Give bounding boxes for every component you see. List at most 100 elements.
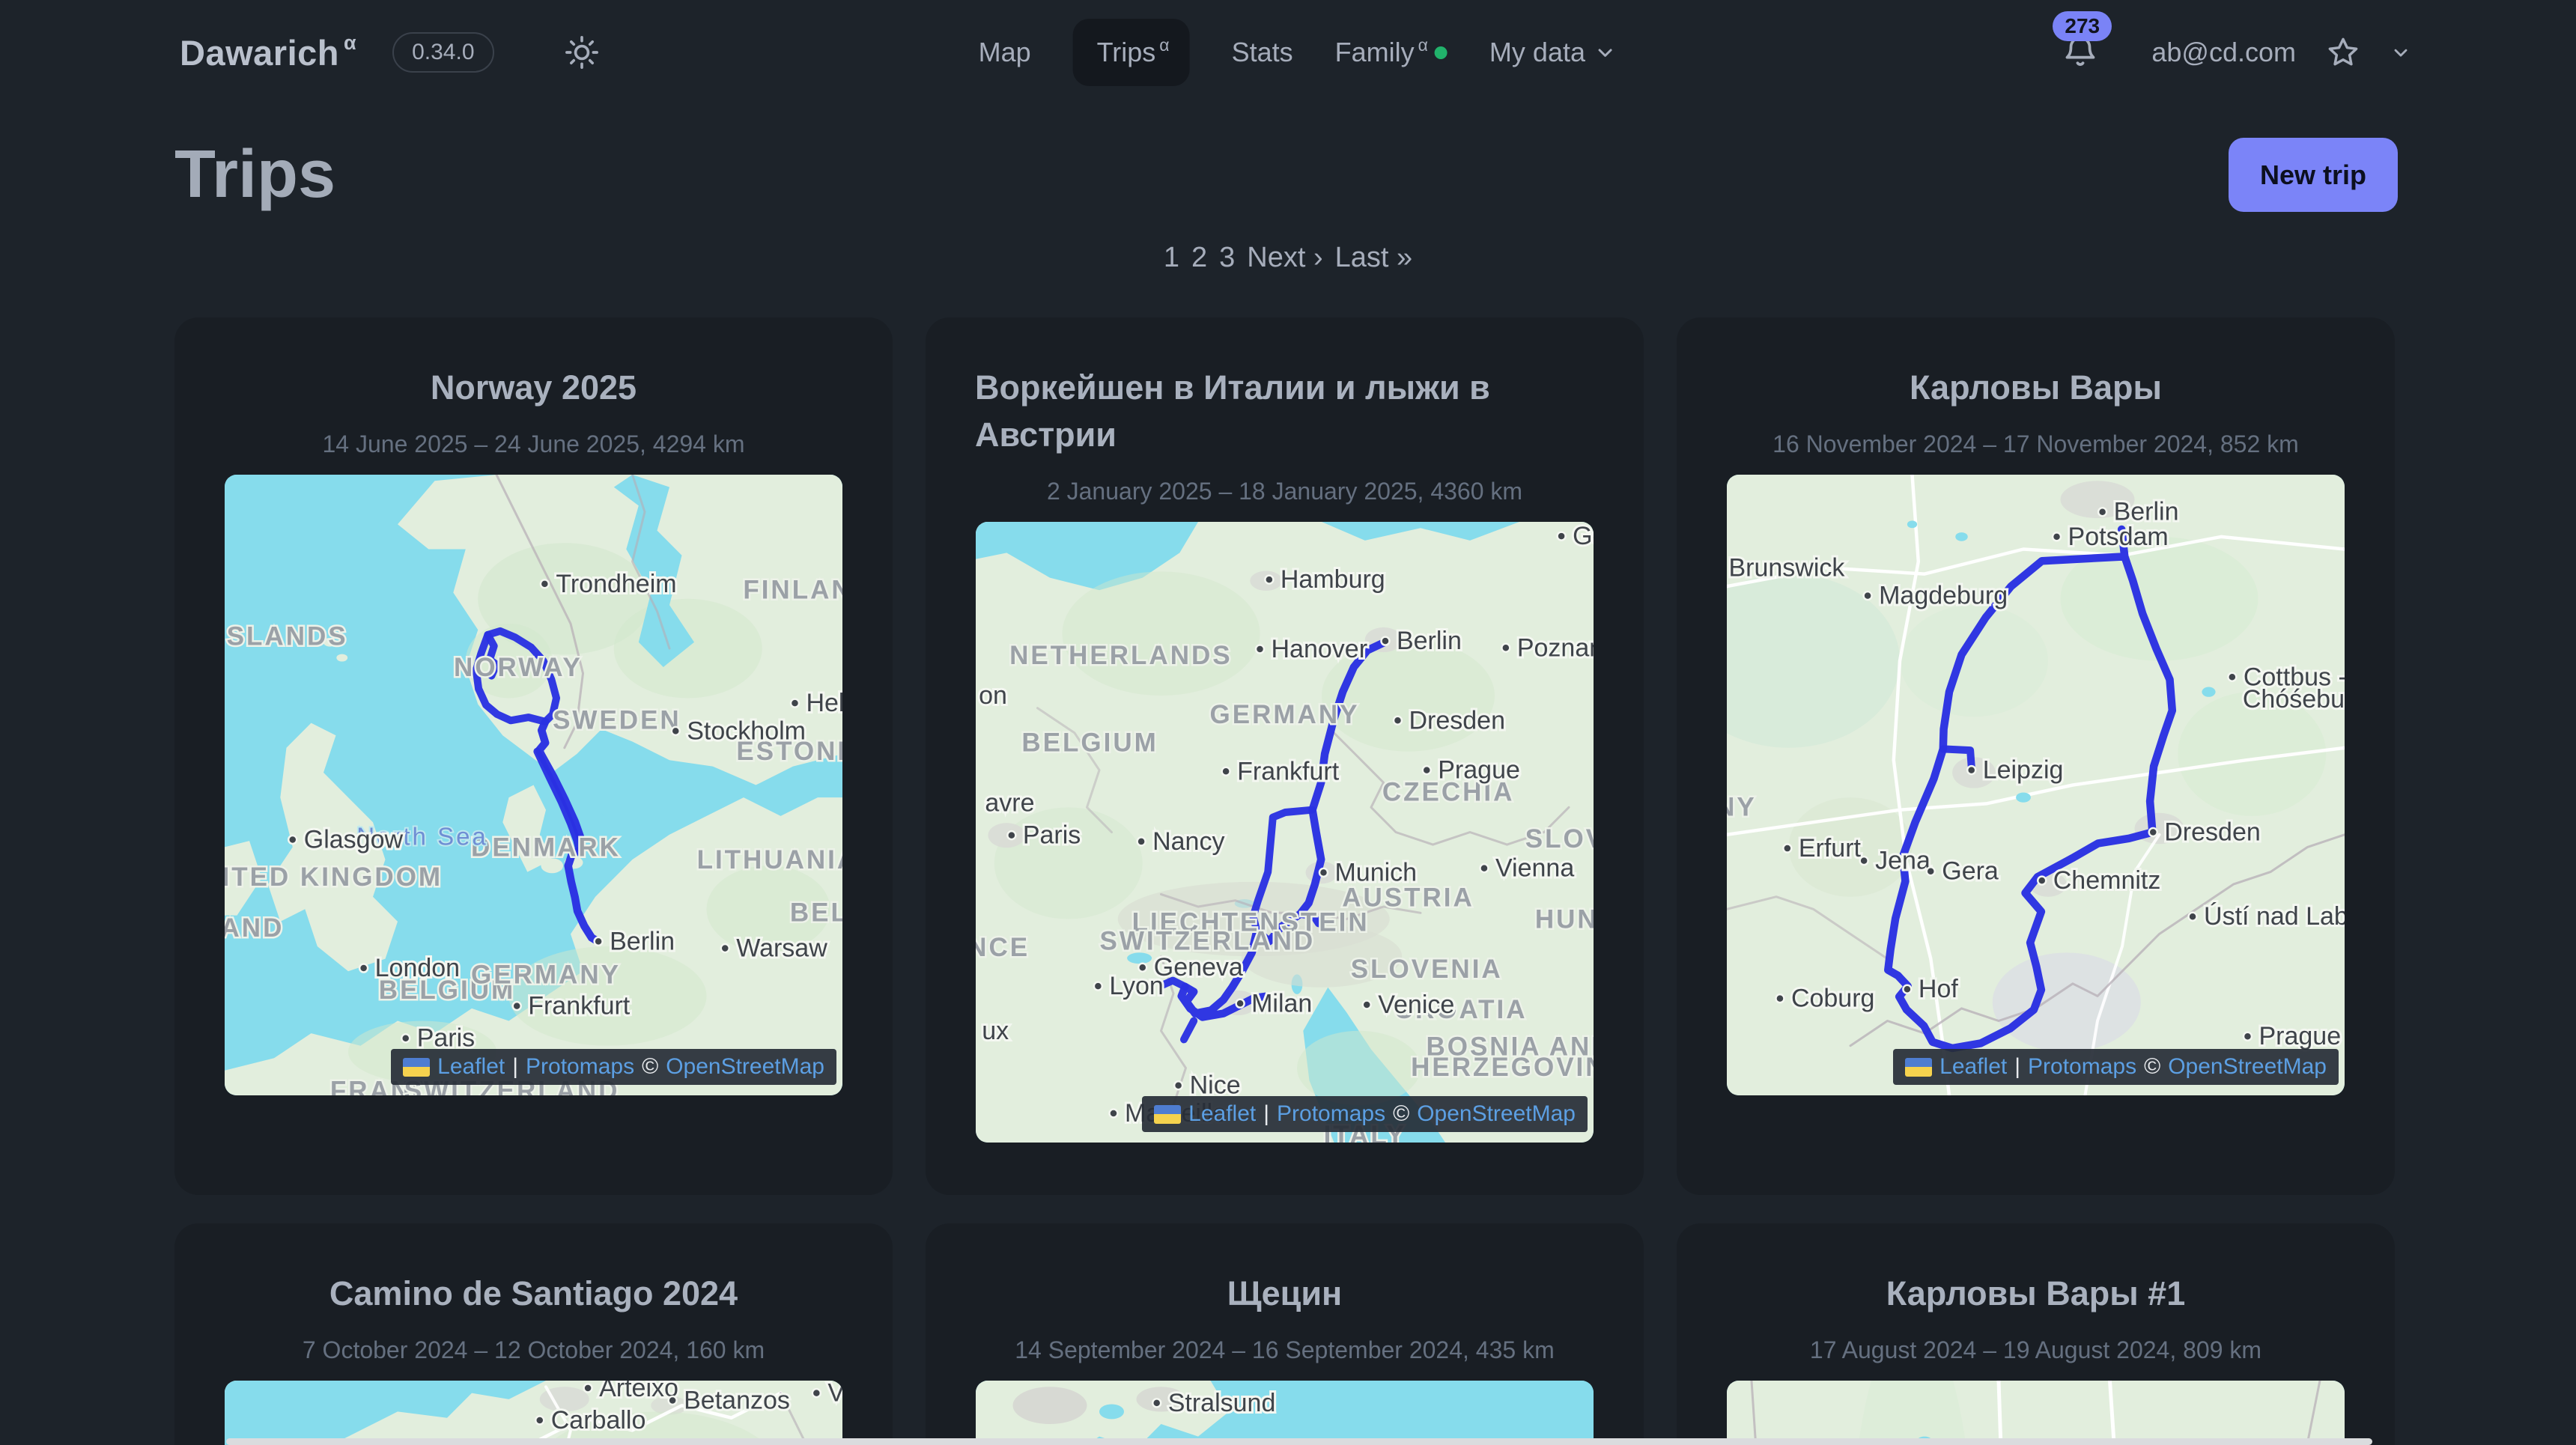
notifications-count-badge: 273 xyxy=(2053,11,2112,41)
svg-text:HUNG: HUNG xyxy=(1535,905,1594,934)
trip-title: Карловы Вары #1 xyxy=(1886,1270,2186,1317)
svg-text:Coburg: Coburg xyxy=(1791,985,1875,1013)
trip-dates: 14 September 2024 – 16 September 2024, 4… xyxy=(1015,1336,1554,1364)
protomaps-link[interactable]: Protomaps xyxy=(2028,1054,2136,1080)
page-header: Trips New trip xyxy=(0,105,2576,212)
svg-text:Lyon: Lyon xyxy=(1109,972,1163,1000)
svg-text:LAND: LAND xyxy=(225,913,284,943)
new-trip-button[interactable]: New trip xyxy=(2229,138,2398,212)
pagination: 1 2 3 Next › Last » xyxy=(0,242,2576,274)
svg-text:FINLAND: FINLAND xyxy=(743,575,842,604)
trip-title: Воркейшен в Италии и лыжи в Австрии xyxy=(975,364,1594,458)
svg-text:Gera: Gera xyxy=(1942,857,1999,886)
nav-item-my-data[interactable]: My data xyxy=(1489,37,1617,68)
map-attribution: Leaflet | Protomaps © OpenStreetMap xyxy=(1893,1049,2339,1085)
svg-text:GERMANY: GERMANY xyxy=(1210,700,1360,729)
trip-dates: 7 October 2024 – 12 October 2024, 160 km xyxy=(303,1336,765,1364)
svg-text:Vienna: Vienna xyxy=(1495,854,1574,883)
trip-card[interactable]: Щецин 14 September 2024 – 16 September 2… xyxy=(926,1223,1644,1445)
svg-text:Glasgow: Glasgow xyxy=(304,825,404,854)
svg-text:Brunswick: Brunswick xyxy=(1728,553,1845,582)
online-status-dot xyxy=(1435,46,1448,59)
trip-map[interactable]: BerlinPotsdamBrunswickMagdeburgCottbus -… xyxy=(1727,475,2345,1095)
svg-text:Erfurt: Erfurt xyxy=(1799,834,1862,863)
protomaps-link[interactable]: Protomaps xyxy=(526,1054,634,1080)
trip-map[interactable]: ArteixoBetanzosCarballoVilá xyxy=(225,1381,842,1445)
user-menu-chevron-icon[interactable] xyxy=(2390,42,2411,63)
svg-text:UNITED KINGDOM: UNITED KINGDOM xyxy=(225,863,443,892)
trip-title: Щецин xyxy=(1227,1270,1342,1317)
svg-text:Munich: Munich xyxy=(1334,858,1417,886)
svg-text:SLOVENIA: SLOVENIA xyxy=(1351,955,1503,984)
trip-dates: 16 November 2024 – 17 November 2024, 852… xyxy=(1772,431,2299,458)
svg-text:NORWAY: NORWAY xyxy=(454,653,583,682)
trip-map[interactable]: NETHERLANDSBELGIUMGERMANYCZECHIAAUSTRIAL… xyxy=(976,522,1594,1143)
pagination-last[interactable]: Last » xyxy=(1335,242,1413,274)
protomaps-link[interactable]: Protomaps xyxy=(1277,1101,1385,1127)
trip-dates: 17 August 2024 – 19 August 2024, 809 km xyxy=(1810,1336,2261,1364)
svg-text:London: London xyxy=(375,954,460,982)
svg-text:ANCE: ANCE xyxy=(976,933,1030,962)
openstreetmap-link[interactable]: OpenStreetMap xyxy=(666,1054,824,1080)
alpha-badge: α xyxy=(344,31,356,54)
svg-text:Frankfurt: Frankfurt xyxy=(528,992,631,1020)
leaflet-link[interactable]: Leaflet xyxy=(437,1054,505,1080)
svg-text:Frankfurt: Frankfurt xyxy=(1237,757,1340,785)
svg-text:Prague: Prague xyxy=(1438,756,1520,785)
svg-text:Gd: Gd xyxy=(1573,522,1594,550)
page-title: Trips xyxy=(174,139,335,210)
trip-card[interactable]: Norway 2025 14 June 2025 – 24 June 2025,… xyxy=(174,317,893,1195)
svg-text:Helsi: Helsi xyxy=(806,689,842,717)
trips-grid: Norway 2025 14 June 2025 – 24 June 2025,… xyxy=(174,317,2402,1445)
trip-map[interactable]: Stralsund xyxy=(976,1381,1594,1445)
trip-card[interactable]: Camino de Santiago 2024 7 October 2024 –… xyxy=(174,1223,893,1445)
trip-card[interactable]: Карловы Вары 16 November 2024 – 17 Novem… xyxy=(1677,317,2395,1195)
trip-card[interactable]: Воркейшен в Италии и лыжи в Австрии 2 Ja… xyxy=(926,317,1644,1195)
navbar-left: Dawarichα 0.34.0 xyxy=(180,32,599,73)
map-attribution: Leaflet | Protomaps © OpenStreetMap xyxy=(1142,1096,1588,1132)
pagination-page-2[interactable]: 2 xyxy=(1191,242,1207,274)
app-logo[interactable]: Dawarichα xyxy=(180,32,352,73)
svg-text:BELGIUM: BELGIUM xyxy=(1021,728,1158,757)
svg-text:Stralsund: Stralsund xyxy=(1168,1389,1276,1417)
svg-text:Leipzig: Leipzig xyxy=(1983,756,2064,785)
svg-text:SWEDEN: SWEDEN xyxy=(553,705,681,734)
leaflet-link[interactable]: Leaflet xyxy=(1939,1054,2007,1080)
ukraine-flag-icon xyxy=(403,1058,430,1077)
svg-text:Vilá: Vilá xyxy=(827,1381,842,1408)
nav-item-family[interactable]: Familyα xyxy=(1335,37,1448,68)
nav-item-map[interactable]: Map xyxy=(979,37,1031,68)
pagination-next[interactable]: Next › xyxy=(1247,242,1322,274)
trip-title: Карловы Вары xyxy=(1910,364,2162,411)
svg-text:SLOVA: SLOVA xyxy=(1525,824,1594,854)
nav-item-trips[interactable]: Tripsα xyxy=(1073,19,1190,86)
navbar: Dawarichα 0.34.0 Map Tripsα Stats Family xyxy=(0,0,2576,105)
trip-dates: 14 June 2025 – 24 June 2025, 4294 km xyxy=(323,431,745,458)
openstreetmap-link[interactable]: OpenStreetMap xyxy=(1417,1101,1576,1127)
svg-text:Berlin: Berlin xyxy=(1397,627,1462,655)
star-icon[interactable] xyxy=(2326,35,2360,70)
openstreetmap-link[interactable]: OpenStreetMap xyxy=(2168,1054,2327,1080)
svg-text:Dresden: Dresden xyxy=(2164,818,2261,847)
notifications-button[interactable]: 273 xyxy=(2062,34,2099,71)
svg-text:Hanover: Hanover xyxy=(1272,635,1368,663)
trip-dates: 2 January 2025 – 18 January 2025, 4360 k… xyxy=(1047,478,1522,505)
horizontal-scrollbar[interactable] xyxy=(226,1438,2372,1445)
chevron-down-icon xyxy=(1594,41,1617,64)
svg-text:ux: ux xyxy=(982,1017,1009,1045)
svg-text:Potsdam: Potsdam xyxy=(2068,523,2169,551)
svg-text:Betanzos: Betanzos xyxy=(684,1387,790,1415)
theme-toggle-button[interactable] xyxy=(565,35,599,70)
nav-item-stats[interactable]: Stats xyxy=(1232,37,1293,68)
trip-map[interactable]: E ISLANDSFINLANDNORWAYSWEDENESTONIADENMA… xyxy=(225,475,842,1095)
pagination-page-3[interactable]: 3 xyxy=(1219,242,1235,274)
ukraine-flag-icon xyxy=(1154,1105,1181,1124)
svg-text:Berlin: Berlin xyxy=(610,927,675,955)
svg-text:Ústí nad Labem: Ústí nad Labem xyxy=(2204,902,2345,931)
trip-map[interactable] xyxy=(1727,1381,2345,1445)
version-badge: 0.34.0 xyxy=(392,32,493,73)
svg-text:Dresden: Dresden xyxy=(1409,706,1505,734)
leaflet-link[interactable]: Leaflet xyxy=(1188,1101,1256,1127)
pagination-page-1[interactable]: 1 xyxy=(1164,242,1179,274)
trip-card[interactable]: Карловы Вары #1 17 August 2024 – 19 Augu… xyxy=(1677,1223,2395,1445)
